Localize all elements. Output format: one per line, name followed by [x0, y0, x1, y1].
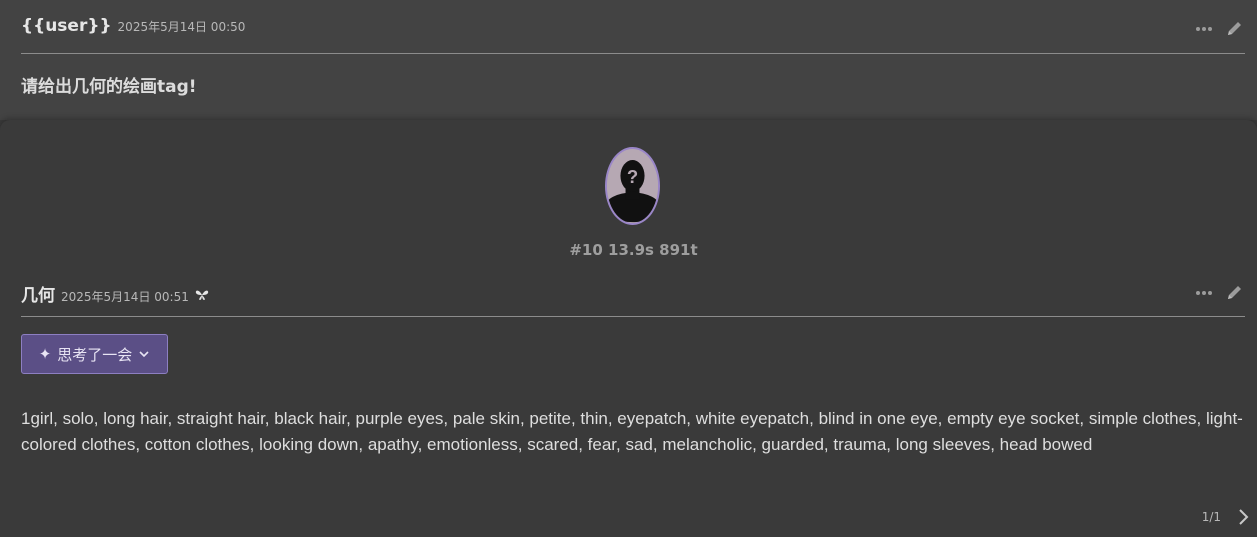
user-header-divider [21, 53, 1245, 54]
character-message-tools [1195, 284, 1243, 302]
chevron-down-icon [139, 351, 149, 358]
edit-pencil-icon[interactable] [1225, 20, 1243, 38]
swipe-counter: 1/1 [1201, 510, 1221, 524]
user-message-header: {{user}} 2025年5月14日 00:50 [21, 16, 245, 36]
character-message-text: 1girl, solo, long hair, straight hair, b… [21, 409, 1243, 454]
more-options-icon[interactable] [1195, 26, 1213, 32]
more-options-icon[interactable] [1195, 290, 1213, 296]
chevron-right-icon[interactable] [1237, 508, 1249, 526]
user-message: {{user}} 2025年5月14日 00:50 请给出几何的绘画tag! [0, 0, 1257, 120]
character-timestamp: 2025年5月14日 00:51 [61, 290, 189, 304]
user-message-tools [1195, 20, 1243, 38]
sparkle-icon: ✦ [38, 345, 52, 363]
thinking-toggle-button[interactable]: ✦ 思考了一会 [21, 334, 168, 374]
generation-stats: #10 13.9s 891t [569, 241, 698, 259]
user-timestamp: 2025年5月14日 00:50 [117, 20, 246, 34]
character-message: ? #10 13.9s 891t 几何 2025年5月14日 00:51 ✦ 思… [0, 120, 1257, 537]
edit-pencil-icon[interactable] [1225, 284, 1243, 302]
swipe-pager: 1/1 [1202, 508, 1249, 526]
character-message-header: 几何 2025年5月14日 00:51 [21, 281, 209, 306]
svg-text:?: ? [627, 166, 638, 187]
butterfly-icon [195, 290, 209, 300]
character-header-divider [21, 316, 1245, 317]
character-avatar[interactable]: ? [605, 147, 660, 225]
unknown-person-silhouette-icon: ? [607, 149, 658, 223]
user-name: {{user}} [21, 16, 112, 36]
user-message-text: 请给出几何的绘画tag! [21, 77, 197, 97]
thinking-label: 思考了一会 [57, 345, 133, 364]
character-name: 几何 [21, 286, 55, 306]
